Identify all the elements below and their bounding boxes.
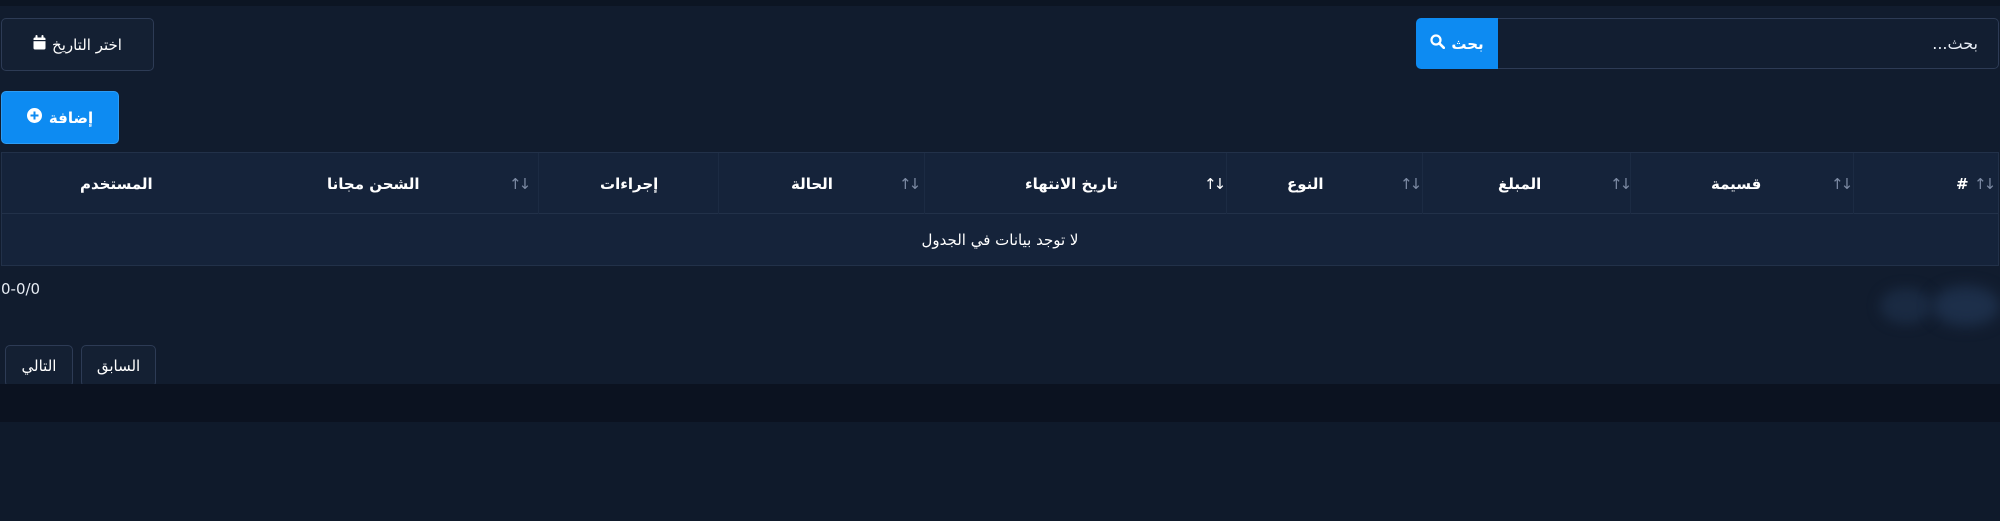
choose-date-button[interactable]: اختر التاريخ <box>1 18 154 71</box>
column-divider <box>1422 153 1423 215</box>
next-page-button[interactable]: التالي <box>5 345 73 387</box>
search-icon <box>1430 34 1446 53</box>
sort-icon[interactable]: ↑↓ <box>509 175 531 193</box>
column-header-amount[interactable]: المبلغ <box>1498 153 1541 215</box>
sort-icon[interactable]: ↑↓ <box>899 175 921 193</box>
add-button[interactable]: إضافة <box>1 91 119 144</box>
search-group: بحث <box>1416 18 1999 69</box>
previous-page-button[interactable]: السابق <box>81 345 156 387</box>
column-divider <box>924 153 925 215</box>
blurred-element <box>1932 286 2000 326</box>
column-header-user[interactable]: المستخدم <box>80 153 153 215</box>
add-label: إضافة <box>48 108 94 127</box>
sort-icon[interactable]: ↑↓ <box>1610 175 1632 193</box>
pagination-range: 0-0/0 <box>1 280 41 298</box>
sort-icon[interactable]: ↑↓ <box>1204 175 1226 193</box>
column-divider <box>1853 153 1854 215</box>
column-divider <box>538 153 539 215</box>
choose-date-label: اختر التاريخ <box>52 35 122 54</box>
column-divider <box>718 153 719 215</box>
column-header-index[interactable]: # <box>1956 153 1969 215</box>
sort-icon[interactable]: ↑↓ <box>1400 175 1422 193</box>
column-header-free-shipping[interactable]: الشحن مجانا <box>327 153 420 215</box>
column-header-status[interactable]: الحالة <box>791 153 833 215</box>
table-empty-row: لا توجد بيانات في الجدول <box>1 214 1999 266</box>
calendar-icon <box>33 35 46 54</box>
page-background <box>0 422 2000 521</box>
column-divider <box>1226 153 1227 215</box>
plus-circle-icon <box>26 108 42 127</box>
next-label: التالي <box>21 357 57 375</box>
column-header-actions: إجراءات <box>600 175 659 193</box>
previous-label: السابق <box>96 357 141 375</box>
coupons-panel: اختر التاريخ إضافة بحث # ↑↓ <box>0 6 2000 387</box>
table-header: # ↑↓ قسيمة ↑↓ المبلغ ↑↓ النوع ↑↓ تاريخ ا… <box>1 152 1999 215</box>
search-input[interactable] <box>1498 18 1999 69</box>
empty-message: لا توجد بيانات في الجدول <box>921 230 1079 249</box>
column-header-coupon[interactable]: قسيمة <box>1711 153 1761 215</box>
sort-icon[interactable]: ↑↓ <box>1974 175 1996 193</box>
column-header-expiry-date[interactable]: تاريخ الانتهاء <box>1025 153 1118 215</box>
blurred-element <box>1880 288 1932 324</box>
search-button-label: بحث <box>1451 34 1484 53</box>
footer-band <box>0 384 2000 422</box>
search-button[interactable]: بحث <box>1416 18 1498 69</box>
column-header-type[interactable]: النوع <box>1287 153 1324 215</box>
column-divider <box>1630 153 1631 215</box>
sort-icon[interactable]: ↑↓ <box>1831 175 1853 193</box>
